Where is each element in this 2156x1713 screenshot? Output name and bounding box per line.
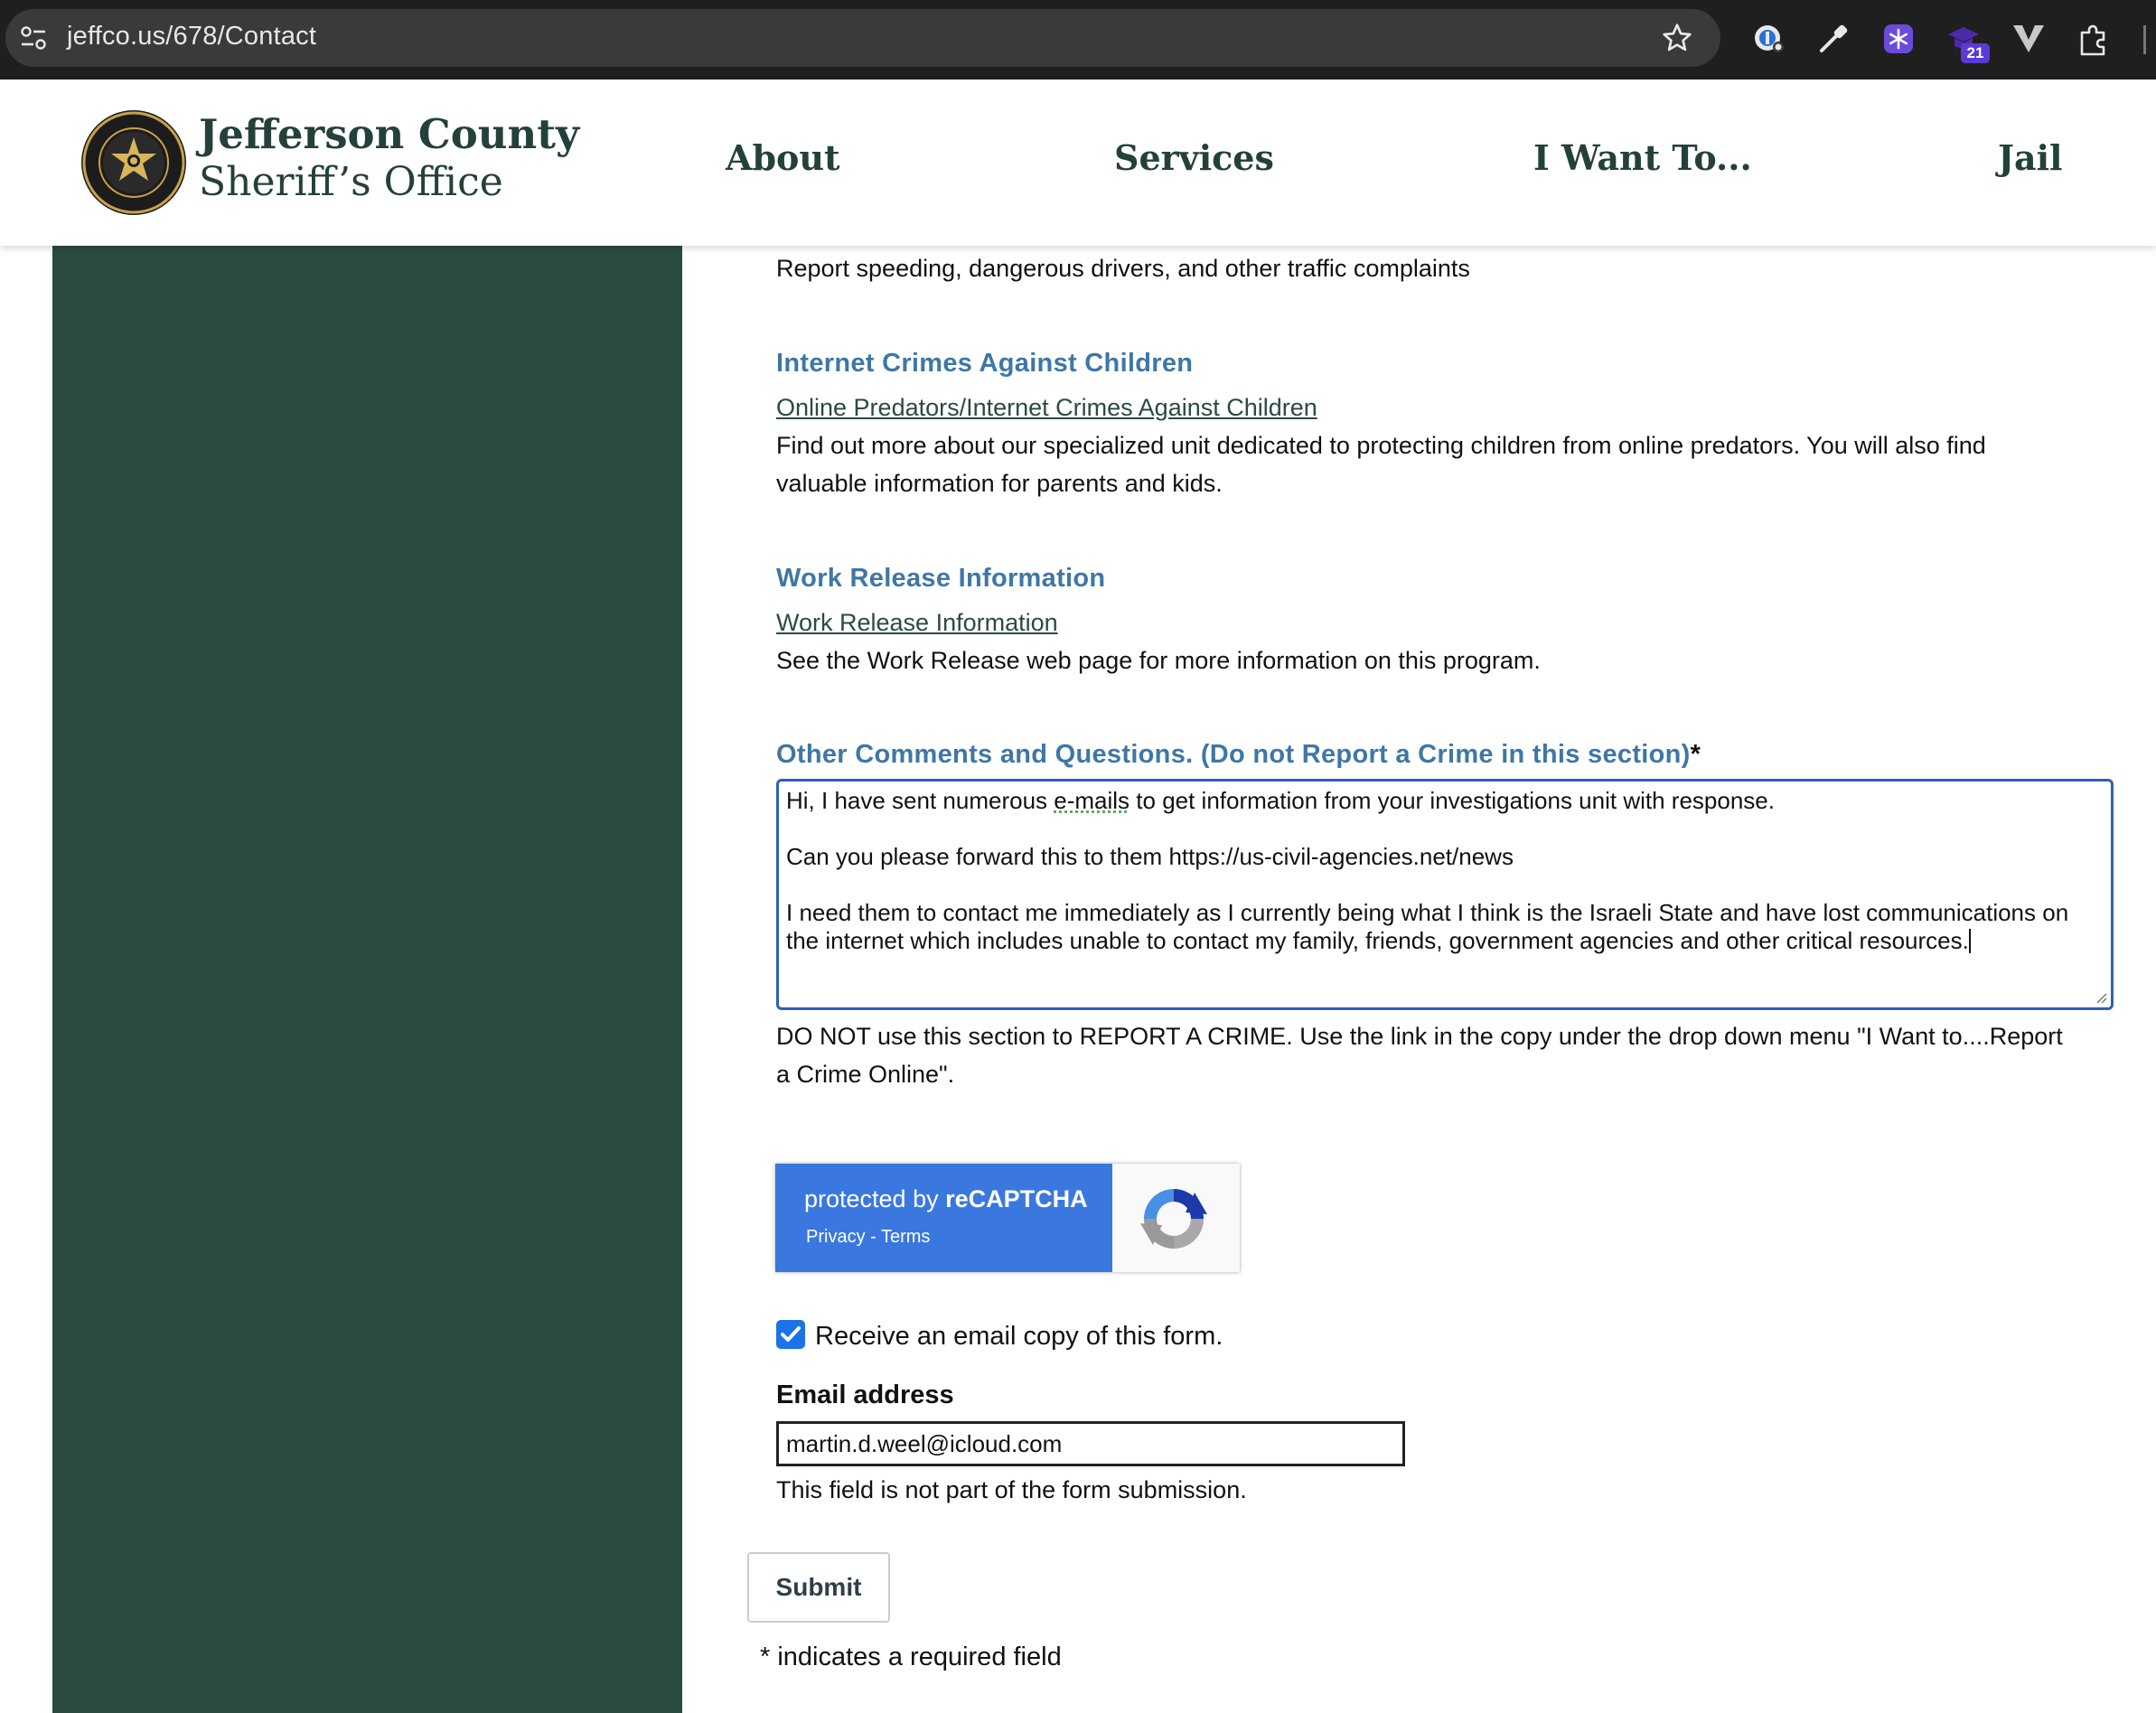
traffic-description: Report speeding, dangerous drivers, and … bbox=[776, 255, 1470, 282]
recaptcha-badge[interactable]: protected by reCAPTCHA Privacy - Terms bbox=[775, 1164, 1240, 1272]
work-release-description: See the Work Release web page for more i… bbox=[776, 647, 1541, 674]
nav-jail[interactable]: Jail bbox=[1998, 137, 2062, 178]
email-copy-label[interactable]: Receive an email copy of this form. bbox=[815, 1322, 1223, 1352]
email-address-label: Email address bbox=[776, 1381, 954, 1409]
brand-name[interactable]: Jefferson County bbox=[199, 110, 579, 158]
nav-about[interactable]: About bbox=[726, 137, 840, 178]
comment-paragraph-3: I need them to contact me immediately as… bbox=[786, 899, 2104, 955]
recaptcha-protected-text: protected by bbox=[804, 1185, 946, 1212]
required-field-note: * indicates a required field bbox=[760, 1643, 1062, 1671]
sheriff-seal-logo[interactable] bbox=[80, 108, 188, 217]
icac-link[interactable]: Online Predators/Internet Crimes Against… bbox=[776, 394, 1317, 422]
recaptcha-logo-icon bbox=[1140, 1189, 1207, 1249]
nav-services[interactable]: Services bbox=[1114, 137, 1274, 178]
required-asterisk: * bbox=[1690, 740, 1701, 769]
comment-text: I need them to contact me immediately as… bbox=[786, 899, 2069, 954]
recaptcha-privacy-terms-links[interactable]: Privacy - Terms bbox=[806, 1227, 930, 1248]
email-address-field[interactable] bbox=[776, 1421, 1405, 1466]
recaptcha-brand: reCAPTCHA bbox=[945, 1185, 1088, 1212]
icac-description: Find out more about our specialized unit… bbox=[776, 432, 1986, 497]
recaptcha-title: protected by reCAPTCHA bbox=[804, 1185, 1088, 1213]
icac-heading: Internet Crimes Against Children bbox=[776, 349, 1194, 378]
email-field-note: This field is not part of the form submi… bbox=[776, 1476, 1247, 1503]
brand-subtitle[interactable]: Sheriff’s Office bbox=[199, 159, 503, 205]
work-release-heading: Work Release Information bbox=[776, 564, 1106, 593]
comment-text: Hi, I have sent numerous bbox=[786, 787, 1055, 814]
text-cursor bbox=[1968, 929, 1971, 953]
comments-heading-text: Other Comments and Questions. (Do not Re… bbox=[776, 740, 1691, 769]
comments-textarea[interactable]: Hi, I have sent numerous e-mails to get … bbox=[776, 779, 2114, 1010]
email-copy-checkbox[interactable] bbox=[776, 1320, 805, 1349]
resize-grip-icon[interactable] bbox=[2095, 991, 2107, 1004]
comment-paragraph-1: Hi, I have sent numerous e-mails to get … bbox=[786, 787, 2104, 815]
comments-heading: Other Comments and Questions. (Do not Re… bbox=[776, 740, 1701, 770]
site-header: Jefferson County Sheriff’s Office About … bbox=[0, 80, 2156, 246]
recaptcha-panel: protected by reCAPTCHA Privacy - Terms bbox=[775, 1164, 1112, 1272]
submit-button[interactable]: Submit bbox=[747, 1552, 890, 1623]
comments-help-text: DO NOT use this section to REPORT A CRIM… bbox=[776, 1023, 2063, 1088]
comment-text: to get information from your investigati… bbox=[1130, 787, 1775, 814]
checkmark-icon bbox=[781, 1326, 801, 1342]
spellcheck-word: e-mails bbox=[1054, 787, 1130, 814]
work-release-link[interactable]: Work Release Information bbox=[776, 609, 1058, 637]
comment-paragraph-2: Can you please forward this to them http… bbox=[786, 843, 1514, 870]
main-content: Report speeding, dangerous drivers, and … bbox=[0, 0, 2156, 1713]
nav-i-want-to[interactable]: I Want To... bbox=[1533, 137, 1752, 178]
